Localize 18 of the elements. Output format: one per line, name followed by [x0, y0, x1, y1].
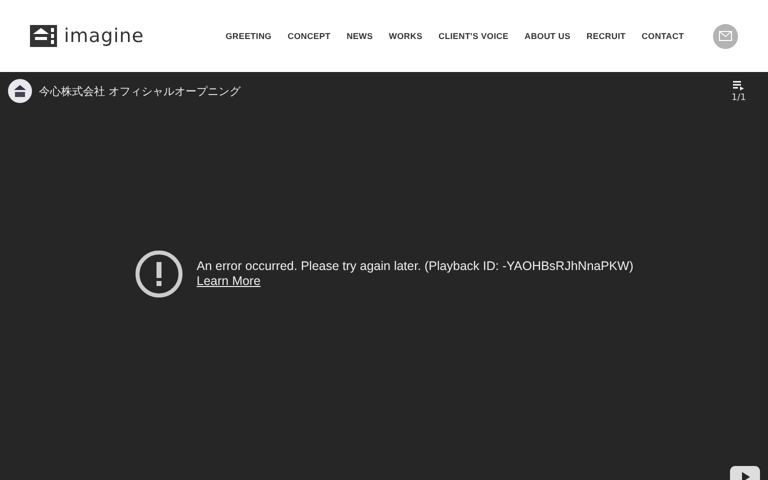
nav-link[interactable]: NEWS — [346, 31, 373, 41]
mail-icon — [719, 31, 732, 41]
warning-icon — [134, 250, 183, 298]
nav-link[interactable]: CONCEPT — [288, 31, 331, 41]
playlist-icon[interactable] — [733, 81, 744, 91]
nav-link[interactable]: RECRUIT — [586, 31, 626, 41]
video-title[interactable]: 今心株式会社 オフィシャルオープニング — [39, 84, 240, 99]
channel-avatar[interactable] — [8, 79, 32, 103]
error-message: An error occurred. Please try again later. (Playback ID: -YAOHBsRJhNnaPKW) — [196, 259, 634, 273]
playlist-count: 1/1 — [732, 93, 746, 103]
logo-icon — [30, 25, 57, 47]
logo-text[interactable]: imagine — [64, 25, 144, 47]
nav-link[interactable]: WORKS — [388, 31, 422, 41]
nav-link[interactable]: CONTACT — [642, 31, 684, 41]
nav-link[interactable]: CLIENT'S VOICE — [438, 31, 508, 41]
nav-link[interactable]: GREETING — [226, 31, 272, 41]
nav-link[interactable]: ABOUT US — [524, 31, 570, 41]
learn-more-link[interactable]: Learn More — [196, 274, 261, 288]
